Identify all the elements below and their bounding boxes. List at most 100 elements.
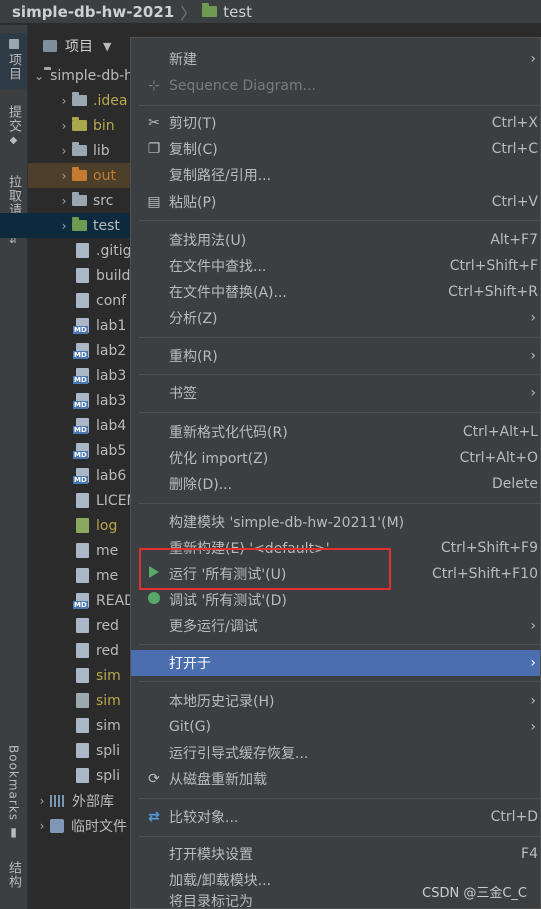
tab-bookmarks[interactable]: Bookmarks ▮ <box>0 745 27 845</box>
chevron-down-icon[interactable]: ⌄ <box>34 69 44 83</box>
menu-shortcut: F4 <box>521 846 538 862</box>
menu-shortcut: Ctrl+Shift+F9 <box>440 540 538 556</box>
menu-separator <box>139 503 540 504</box>
tab-structure[interactable]: 结构 <box>0 861 27 909</box>
menu-reformat-code[interactable]: 重新格式化代码(R) Ctrl+Alt+L <box>131 419 540 445</box>
tab-project[interactable]: 项目 <box>0 33 27 89</box>
folder-icon <box>202 3 218 17</box>
file-icon <box>76 743 89 758</box>
menu-label: 加载/卸载模块... <box>169 873 272 889</box>
menu-label: 打开于 <box>169 656 211 672</box>
breadcrumb-project[interactable]: simple-db-hw-2021 <box>12 3 174 21</box>
chevron-right-icon[interactable]: › <box>34 794 50 808</box>
menu-optimize-imports[interactable]: 优化 import(Z) Ctrl+Alt+O <box>131 445 540 471</box>
breadcrumb: simple-db-hw-2021 〉 test <box>0 0 541 24</box>
menu-label: Sequence Diagram... <box>169 78 316 94</box>
tree-item-label: lab1 <box>96 317 127 334</box>
menu-debug-all-tests[interactable]: 调试 '所有测试'(D) <box>131 587 540 613</box>
markdown-file-icon <box>73 418 89 434</box>
tab-commit[interactable]: 提交 ◆ <box>0 105 27 165</box>
menu-more-run-debug[interactable]: 更多运行/调试 › <box>131 613 540 639</box>
menu-reload-from-disk[interactable]: ⟳ 从磁盘重新加载 <box>131 766 540 792</box>
menu-build-module[interactable]: 构建模块 'simple-db-hw-20211'(M) <box>131 509 540 535</box>
chevron-right-icon: › <box>530 51 536 67</box>
menu-label: 在文件中查找... <box>169 259 267 275</box>
file-icon <box>76 718 89 733</box>
menu-run-all-tests[interactable]: 运行 '所有测试'(U) Ctrl+Shift+F10 <box>131 561 540 587</box>
chevron-right-icon: › <box>530 655 536 671</box>
chevron-right-icon[interactable]: › <box>56 94 72 108</box>
tree-item-label: red <box>96 617 119 634</box>
chevron-right-icon[interactable]: › <box>56 194 72 208</box>
folder-icon <box>72 167 87 181</box>
copy-icon: ❐ <box>147 141 161 157</box>
breadcrumb-folder[interactable]: test <box>223 3 252 21</box>
menu-git[interactable]: Git(G) › <box>131 714 540 740</box>
tree-item-label: red <box>96 642 119 659</box>
run-icon <box>145 566 163 582</box>
markdown-file-icon <box>73 443 89 459</box>
menu-sequence-diagram[interactable]: ⊹ Sequence Diagram... <box>131 73 540 99</box>
menu-label: 删除(D)... <box>169 477 233 493</box>
menu-find-in-files[interactable]: 在文件中查找... Ctrl+Shift+F <box>131 253 540 279</box>
menu-label: 新建 <box>169 52 197 68</box>
menu-repair-cache[interactable]: 运行引导式缓存恢复... <box>131 740 540 766</box>
menu-delete[interactable]: 删除(D)... Delete <box>131 471 540 497</box>
folder-icon <box>72 192 87 206</box>
chevron-right-icon: › <box>530 618 536 634</box>
watermark: CSDN @三金C_C <box>422 886 527 901</box>
menu-bookmarks[interactable]: 书签 › <box>131 380 540 406</box>
menu-separator <box>139 681 540 682</box>
menu-new[interactable]: 新建 › <box>131 46 540 72</box>
breadcrumb-separator: 〉 <box>180 3 197 23</box>
menu-shortcut: Ctrl+Alt+L <box>462 424 538 440</box>
menu-label: 粘贴(P) <box>169 195 217 211</box>
menu-label: Git(G) <box>169 719 211 735</box>
menu-shortcut: Ctrl+C <box>491 141 538 157</box>
menu-copy[interactable]: ❐ 复制(C) Ctrl+C <box>131 136 540 162</box>
menu-analyze[interactable]: 分析(Z) › <box>131 305 540 331</box>
chevron-right-icon[interactable]: › <box>56 169 72 183</box>
markdown-file-icon <box>73 593 89 609</box>
sequence-diagram-icon: ⊹ <box>148 78 160 94</box>
tree-item-label: conf <box>96 292 127 309</box>
bookmark-icon: ▮ <box>10 825 17 840</box>
tree-item-label: out <box>93 167 116 184</box>
menu-replace-in-files[interactable]: 在文件中替换(A)... Ctrl+Shift+R <box>131 279 540 305</box>
menu-copy-path[interactable]: 复制路径/引用... <box>131 162 540 188</box>
chevron-right-icon: › <box>530 385 536 401</box>
tree-item-label: spli <box>96 767 120 784</box>
chevron-right-icon[interactable]: › <box>56 144 72 158</box>
chevron-right-icon[interactable]: › <box>56 119 72 133</box>
chevron-right-icon[interactable]: › <box>56 219 72 233</box>
menu-label: 在文件中替换(A)... <box>169 285 287 301</box>
tree-item-label: lab3 <box>96 392 127 409</box>
menu-cut[interactable]: ✂ 剪切(T) Ctrl+X <box>131 110 540 136</box>
menu-open-in[interactable]: 打开于 › <box>131 650 540 676</box>
chevron-right-icon: › <box>530 310 536 326</box>
menu-separator <box>139 337 540 338</box>
tab-structure-label: 结构 <box>6 861 21 889</box>
project-tab-icon <box>8 39 19 49</box>
project-view-icon <box>43 40 57 52</box>
tree-item-label: me <box>96 542 119 559</box>
project-view-title[interactable]: 项目 <box>65 36 93 56</box>
menu-paste[interactable]: ▤ 粘贴(P) Ctrl+V <box>131 189 540 215</box>
menu-refactor[interactable]: 重构(R) › <box>131 343 540 369</box>
shell-file-icon <box>76 693 89 708</box>
menu-separator <box>139 105 540 106</box>
scratch-icon <box>50 818 64 833</box>
menu-label: 查找用法(U) <box>169 233 247 249</box>
context-menu: 新建 › ⊹ Sequence Diagram... ✂ 剪切(T) Ctrl+X ❐ 复… <box>130 37 541 909</box>
file-icon <box>76 293 89 308</box>
menu-separator <box>139 798 540 799</box>
chevron-down-icon[interactable]: ▼ <box>103 40 111 53</box>
menu-rebuild[interactable]: 重新构建(E) '<default>' Ctrl+Shift+F9 <box>131 535 540 561</box>
menu-compare-with[interactable]: ⇄ 比较对象... Ctrl+D <box>131 804 540 830</box>
menu-local-history[interactable]: 本地历史记录(H) › <box>131 688 540 714</box>
menu-module-settings[interactable]: 打开模块设置 F4 <box>131 841 540 867</box>
tree-item-label: lib <box>93 142 110 159</box>
menu-find-usages[interactable]: 查找用法(U) Alt+F7 <box>131 227 540 253</box>
chevron-right-icon[interactable]: › <box>34 819 50 833</box>
menu-label: 重构(R) <box>169 349 218 365</box>
